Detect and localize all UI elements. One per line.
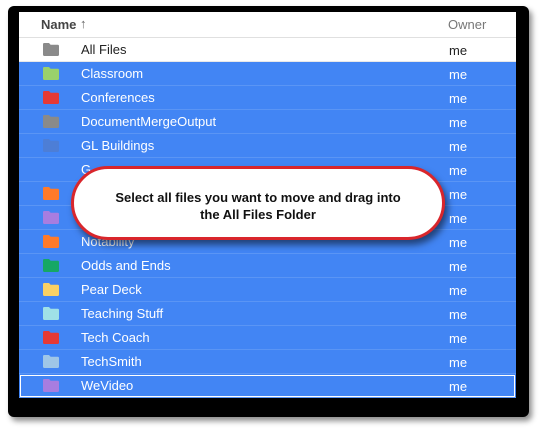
callout-line-2: the All Files Folder [200, 207, 316, 222]
file-row[interactable]: Odds and Ends me [19, 254, 516, 278]
file-row[interactable]: DocumentMergeOutput me [19, 110, 516, 134]
file-name: WeVideo [81, 378, 134, 393]
file-owner: me [449, 355, 468, 370]
file-row[interactable]: Classroom me [19, 62, 516, 86]
file-name: Pear Deck [81, 282, 142, 297]
folder-icon [43, 91, 59, 104]
callout-line-1: Select all files you want to move and dr… [115, 190, 401, 205]
folder-icon [43, 355, 59, 368]
file-owner: me [449, 283, 468, 298]
folder-icon [43, 115, 59, 128]
folder-icon [43, 283, 59, 296]
file-owner: me [449, 43, 468, 58]
file-owner: me [449, 379, 468, 394]
file-name: TechSmith [81, 354, 142, 369]
folder-icon [43, 307, 59, 320]
file-row[interactable]: Pear Deck me [19, 278, 516, 302]
file-row[interactable]: TechSmith me [19, 350, 516, 374]
file-row[interactable]: Tech Coach me [19, 326, 516, 350]
file-owner: me [449, 67, 468, 82]
file-owner: me [449, 211, 468, 226]
folder-icon [43, 235, 59, 248]
file-row[interactable]: All Files me [19, 38, 516, 62]
owner-column-header[interactable]: Owner [448, 17, 486, 32]
file-owner: me [449, 163, 468, 178]
folder-icon [43, 331, 59, 344]
file-owner: me [449, 115, 468, 130]
file-owner: me [449, 331, 468, 346]
folder-icon [43, 139, 59, 152]
folder-icon [43, 43, 59, 56]
file-name: Odds and Ends [81, 258, 171, 273]
file-name: Classroom [81, 66, 144, 81]
file-row[interactable]: Teaching Stuff me [19, 302, 516, 326]
file-owner: me [449, 139, 468, 154]
name-column-header[interactable]: Name [41, 17, 76, 32]
file-owner: me [449, 187, 468, 202]
file-name: Conferences [81, 90, 155, 105]
sort-ascending-icon[interactable]: ↑ [80, 16, 87, 31]
file-row[interactable]: Conferences me [19, 86, 516, 110]
folder-icon [43, 379, 59, 392]
folder-icon [43, 67, 59, 80]
folder-icon [43, 259, 59, 272]
file-owner: me [449, 91, 468, 106]
file-name: Teaching Stuff [81, 306, 164, 321]
file-row[interactable]: GL Buildings me [19, 134, 516, 158]
instruction-callout: Select all files you want to move and dr… [71, 166, 445, 240]
folder-icon [43, 211, 59, 224]
file-name: Tech Coach [81, 330, 150, 345]
folder-icon [43, 187, 59, 200]
file-name: GL Buildings [81, 138, 155, 153]
file-name: All Files [81, 42, 127, 57]
list-header: Name ↑ Owner [19, 12, 516, 38]
folder-icon [43, 163, 59, 176]
file-owner: me [449, 307, 468, 322]
file-owner: me [449, 259, 468, 274]
file-row[interactable]: WeVideo me [19, 374, 516, 398]
file-owner: me [449, 235, 468, 250]
file-name: DocumentMergeOutput [81, 114, 217, 129]
